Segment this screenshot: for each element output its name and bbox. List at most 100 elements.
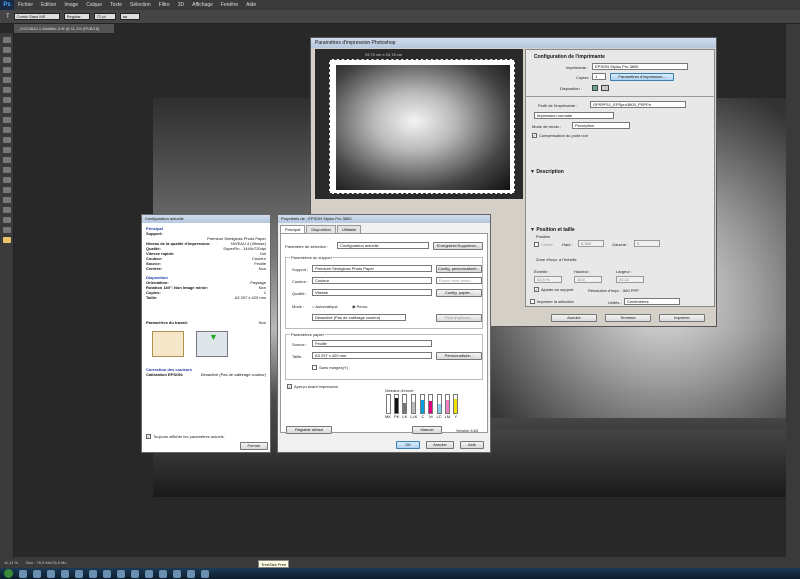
app-taskbar-icon[interactable] — [173, 569, 181, 578]
print-settings-button[interactable]: Paramètres d'impression... — [610, 73, 674, 81]
app-taskbar-icon[interactable] — [117, 569, 125, 578]
mode-select[interactable]: Désactivé (Pas de calibrage couleur) — [312, 314, 406, 321]
left-input[interactable]: 0 — [634, 240, 660, 247]
menu-texte[interactable]: Texte — [106, 2, 126, 8]
quality-select[interactable]: Vitesse — [312, 289, 432, 296]
shape-tool-icon[interactable] — [3, 207, 11, 213]
bridge-taskbar-icon[interactable] — [61, 569, 69, 578]
description-heading[interactable]: ▼ Description — [530, 169, 564, 175]
units-select[interactable]: Centimètres — [624, 298, 680, 305]
tab-disposition[interactable]: Disposition — [306, 225, 336, 233]
profile-select[interactable]: GPSPP11_EPSpro3800_PSPPn — [590, 101, 686, 108]
menu-fenetre[interactable]: Fenêtre — [217, 2, 242, 8]
custom-config-button[interactable]: Config. personnalisée... — [436, 265, 482, 273]
width-input[interactable]: 20,42 — [616, 276, 644, 283]
bpc-checkbox[interactable]: ✓ Compensation du point noir — [532, 133, 588, 139]
ink-mode-select[interactable]: Encre noire photo — [436, 277, 482, 284]
manual-button[interactable]: Manuel — [412, 426, 442, 434]
paper-config-button[interactable]: Config. papier... — [436, 289, 482, 297]
print-selection-checkbox[interactable]: Imprimer la sélection — [530, 299, 574, 305]
history-brush-tool-icon[interactable] — [3, 127, 11, 133]
fit-media-checkbox[interactable]: ✓ Ajuster au support — [534, 287, 573, 293]
menu-filtre[interactable]: Filtre — [155, 2, 174, 8]
center-checkbox[interactable]: Centre — [534, 242, 553, 248]
font-family-select[interactable]: Comic Sans MS — [13, 13, 60, 20]
mode-auto-radio[interactable]: ○ Automatique — [312, 304, 338, 309]
borderless-checkbox[interactable]: Sans marges(Y) — [312, 365, 348, 371]
antialias-select[interactable]: aa — [119, 13, 140, 20]
print-done-button[interactable]: Terminer — [605, 314, 651, 322]
crop-tool-icon[interactable] — [3, 77, 11, 83]
marquee-tool-icon[interactable] — [3, 47, 11, 53]
gradient-tool-icon[interactable] — [3, 147, 11, 153]
preview-image[interactable] — [336, 65, 510, 190]
size-select[interactable]: A3 297 x 420 mm — [312, 352, 432, 359]
config-close-button[interactable]: Fermer — [240, 442, 268, 450]
menu-affichage[interactable]: Affichage — [188, 2, 217, 8]
treesize-taskbar-icon[interactable] — [103, 569, 111, 578]
quick-select-tool-icon[interactable] — [3, 67, 11, 73]
blur-tool-icon[interactable] — [3, 157, 11, 163]
source-select[interactable]: Feuille — [312, 340, 432, 347]
menu-image[interactable]: Image — [60, 2, 82, 8]
photoshop-taskbar-icon[interactable] — [47, 569, 55, 578]
top-input[interactable]: 6,356 — [578, 240, 604, 247]
eyedropper-tool-icon[interactable] — [3, 87, 11, 93]
epson-cancel-button[interactable]: Annuler — [426, 441, 454, 449]
menu-fichier[interactable]: Fichier — [14, 2, 37, 8]
save-delete-button[interactable]: Enregistrer/Supprimer... — [433, 242, 483, 250]
support-select[interactable]: Premium Semigloss Photo Paper — [312, 265, 432, 272]
type-tool-icon[interactable]: T — [6, 14, 10, 20]
print-print-button[interactable]: Imprimer — [659, 314, 705, 322]
foreground-color-icon[interactable] — [3, 237, 11, 243]
app-taskbar-icon[interactable] — [89, 569, 97, 578]
menu-edition[interactable]: Edition — [37, 2, 60, 8]
custom-size-button[interactable]: Personnalisée... — [436, 352, 482, 360]
move-tool-icon[interactable] — [3, 37, 11, 43]
explorer-icon[interactable] — [19, 569, 27, 578]
eraser-tool-icon[interactable] — [3, 137, 11, 143]
lightroom-taskbar-icon[interactable] — [75, 569, 83, 578]
intent-select[interactable]: Perception — [572, 122, 630, 129]
pen-tool-icon[interactable] — [3, 177, 11, 183]
tab-utilitaire[interactable]: Utilitaire — [336, 225, 362, 233]
brush-tool-icon[interactable] — [3, 107, 11, 113]
menu-selection[interactable]: Sélection — [126, 2, 155, 8]
default-settings-button[interactable]: Réglable défaut — [286, 426, 332, 434]
scale-input[interactable]: 42,8 % — [534, 276, 562, 283]
document-tab[interactable]: _DSC0842-1-Modifier-2.tif @ 11.1% (RVB/1… — [14, 24, 114, 33]
print-cancel-button[interactable]: Annuler — [551, 314, 597, 322]
app-taskbar-icon[interactable] — [187, 569, 195, 578]
printer-select[interactable]: EPSON Stylus Pro 3800 — [592, 63, 688, 70]
mode-custom-radio[interactable]: ◉ Perso. — [352, 304, 368, 309]
zoom-tool-icon[interactable] — [3, 227, 11, 233]
position-heading[interactable]: ▼ Position et taille — [530, 227, 575, 233]
font-style-select[interactable]: Regular — [63, 13, 90, 20]
epson-help-button[interactable]: Aide — [460, 441, 484, 449]
print-preview-checkbox[interactable]: ✓ Aperçu avant impression — [287, 384, 338, 390]
stamp-tool-icon[interactable] — [3, 117, 11, 123]
lasso-tool-icon[interactable] — [3, 57, 11, 63]
normal-print-select[interactable]: Impression normale — [534, 112, 614, 119]
more-options-button[interactable]: Plus d'options... — [436, 314, 482, 322]
hand-tool-icon[interactable] — [3, 217, 11, 223]
color-select[interactable]: Couleur — [312, 277, 432, 284]
start-button-icon[interactable] — [4, 569, 13, 578]
app-taskbar-icon[interactable] — [159, 569, 167, 578]
app-taskbar-icon[interactable] — [131, 569, 139, 578]
epson-ok-button[interactable]: OK — [396, 441, 420, 449]
path-select-tool-icon[interactable] — [3, 197, 11, 203]
always-show-checkbox[interactable]: ✓ Toujours afficher les paramètres actuel… — [146, 434, 225, 440]
preset-select[interactable]: Configuration actuelle — [337, 242, 429, 249]
app-taskbar-icon[interactable] — [201, 569, 209, 578]
zoom-level[interactable]: 11,11 % — [4, 560, 18, 565]
portrait-layout-icon[interactable] — [592, 85, 598, 91]
tab-principal[interactable]: Principal — [280, 225, 306, 233]
app-taskbar-icon[interactable] — [145, 569, 153, 578]
dodge-tool-icon[interactable] — [3, 167, 11, 173]
font-size-select[interactable]: 72 pt — [93, 13, 116, 20]
browser-icon[interactable] — [33, 569, 41, 578]
height-input[interactable]: 15,5 — [574, 276, 602, 283]
healing-tool-icon[interactable] — [3, 97, 11, 103]
menu-calque[interactable]: Calque — [82, 2, 106, 8]
